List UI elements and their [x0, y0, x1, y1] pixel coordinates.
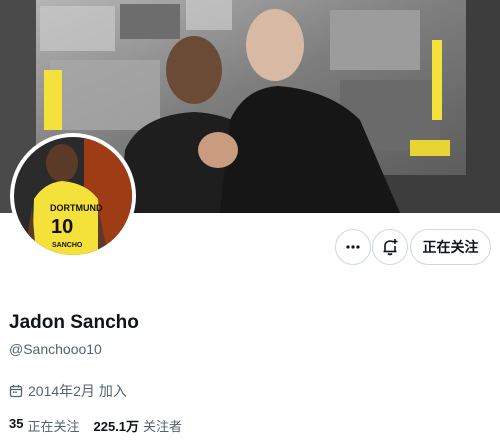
following-button[interactable]: 正在关注	[410, 229, 491, 265]
notifications-button[interactable]	[372, 229, 408, 265]
joined-text: 2014年2月 加入	[28, 383, 127, 399]
follow-stats: 35 正在关注 225.1万 关注者	[9, 416, 182, 435]
followers-count: 225.1万	[93, 419, 140, 434]
followers-stat[interactable]: 225.1万 关注者	[93, 416, 182, 435]
user-handle: @Sanchooo10	[9, 341, 102, 357]
joined-date: 2014年2月 加入	[9, 381, 127, 401]
more-horizontal-icon	[346, 245, 360, 249]
display-name: Jadon Sancho	[9, 312, 139, 333]
following-count: 35	[9, 416, 24, 431]
more-button[interactable]	[335, 229, 371, 265]
following-label: 正在关注	[27, 419, 80, 434]
profile-avatar-frame[interactable]: DORTMUND 10 SANCHO	[10, 133, 136, 259]
following-button-label: 正在关注	[422, 239, 479, 255]
bell-plus-icon	[383, 239, 398, 256]
jersey-lower-text: SANCHO	[52, 242, 83, 249]
jersey-number: 10	[51, 216, 73, 238]
avatar: DORTMUND 10 SANCHO	[14, 137, 132, 255]
calendar-icon	[9, 385, 23, 398]
jersey-text: DORTMUND	[50, 203, 103, 213]
followers-label: 关注者	[143, 419, 183, 434]
following-stat[interactable]: 35 正在关注	[9, 416, 79, 435]
